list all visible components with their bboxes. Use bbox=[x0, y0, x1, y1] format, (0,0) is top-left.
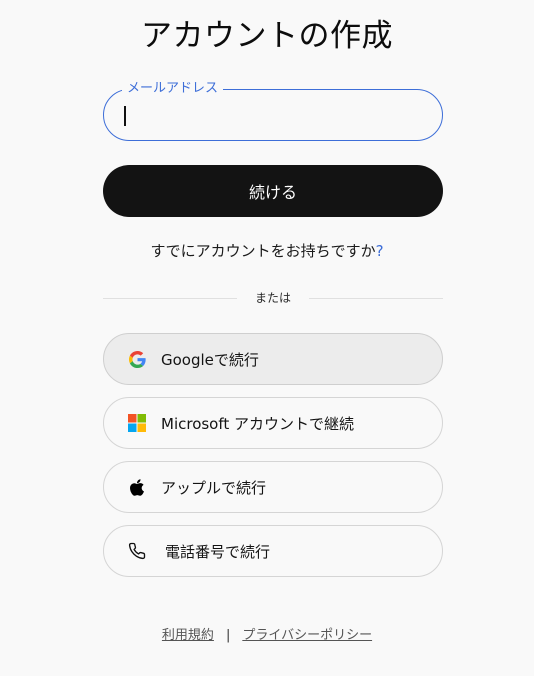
email-field[interactable]: メールアドレス bbox=[103, 80, 443, 141]
footer: 利用規約 | プライバシーポリシー bbox=[0, 626, 534, 646]
microsoft-signin-button[interactable]: Microsoft アカウントで継続 bbox=[103, 397, 443, 449]
microsoft-signin-label: Microsoft アカウントで継続 bbox=[161, 414, 355, 433]
google-signin-button[interactable]: Googleで続行 bbox=[103, 333, 443, 385]
footer-separator: | bbox=[225, 628, 231, 643]
divider-label: または bbox=[255, 291, 292, 305]
apple-icon bbox=[127, 477, 147, 497]
microsoft-icon bbox=[127, 413, 147, 433]
google-icon bbox=[127, 349, 147, 369]
text-cursor bbox=[124, 106, 126, 126]
continue-button[interactable]: 続ける bbox=[103, 165, 443, 217]
privacy-policy-link[interactable]: プライバシーポリシー bbox=[242, 628, 372, 643]
phone-signin-button[interactable]: 電話番号で続行 bbox=[103, 525, 443, 577]
divider: または bbox=[103, 288, 444, 308]
divider-line-left bbox=[103, 297, 237, 299]
login-prompt: すでにアカウントをお持ちですか? bbox=[0, 240, 534, 262]
phone-icon bbox=[127, 541, 147, 561]
login-link[interactable]: ? bbox=[376, 242, 384, 260]
divider-line-right bbox=[309, 297, 444, 299]
page-title: アカウントの作成 bbox=[141, 18, 393, 54]
terms-link[interactable]: 利用規約 bbox=[162, 628, 214, 643]
apple-signin-button[interactable]: アップルで続行 bbox=[103, 461, 443, 513]
phone-signin-label: 電話番号で続行 bbox=[165, 542, 271, 561]
google-signin-label: Googleで続行 bbox=[161, 350, 259, 369]
login-prompt-text: すでにアカウントをお持ちですか bbox=[150, 242, 376, 260]
apple-signin-label: アップルで続行 bbox=[161, 478, 267, 497]
email-input[interactable] bbox=[104, 90, 442, 140]
